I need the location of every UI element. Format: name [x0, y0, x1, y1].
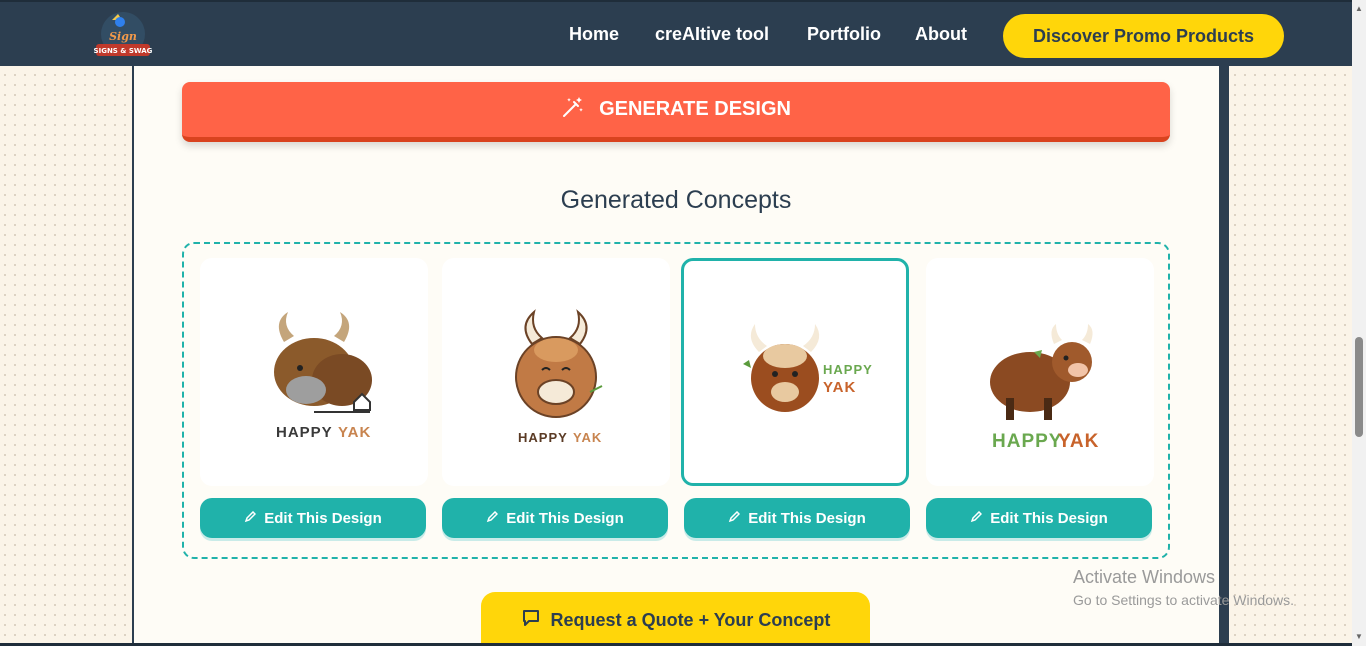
svg-text:SIGNS & SWAG: SIGNS & SWAG: [94, 47, 153, 55]
concept-3-line2: YAK: [823, 379, 856, 396]
request-quote-button[interactable]: Request a Quote + Your Concept: [481, 592, 870, 646]
nav-creative-tool[interactable]: creAItive tool: [655, 24, 769, 45]
concept-4-line2: YAK: [1058, 431, 1099, 452]
concept-3-line1: HAPPY: [823, 362, 873, 377]
yak-logo-image: HAPPY YAK: [274, 312, 372, 441]
concept-1-line1: HAPPY: [276, 424, 333, 441]
edit-design-label: Edit This Design: [264, 509, 382, 527]
magic-wand-icon: [561, 95, 585, 125]
concept-card-2[interactable]: HAPPY YAK: [442, 258, 670, 486]
concept-4-line1: HAPPY: [992, 431, 1062, 452]
concept-2-line2: YAK: [573, 430, 602, 445]
pencil-icon: [970, 510, 983, 527]
edit-design-label: Edit This Design: [506, 509, 624, 527]
edit-design-button-1[interactable]: Edit This Design: [200, 498, 426, 538]
edit-design-label: Edit This Design: [990, 509, 1108, 527]
yak-logo-image: HAPPY YAK: [515, 309, 603, 445]
pencil-icon: [244, 510, 257, 527]
generate-design-label: GENERATE DESIGN: [599, 98, 791, 120]
concept-card-3[interactable]: HAPPY YAK: [681, 258, 909, 486]
activate-windows-title: Activate Windows: [1073, 567, 1216, 587]
scrollbar-thumb[interactable]: [1355, 337, 1363, 437]
nav-home[interactable]: Home: [569, 24, 619, 45]
site-header: Sign SIGNS & SWAG Home creAItive tool Po…: [0, 0, 1352, 66]
pencil-icon: [486, 510, 499, 527]
concept-card-4[interactable]: HAPPY YAK: [926, 258, 1154, 486]
page-scrollbar[interactable]: [1352, 0, 1366, 646]
nav-portfolio[interactable]: Portfolio: [807, 24, 881, 45]
activate-windows-subtitle: Go to Settings to activate Windows.: [1073, 592, 1294, 608]
edit-design-button-4[interactable]: Edit This Design: [926, 498, 1152, 538]
discover-promo-button[interactable]: Discover Promo Products: [1003, 14, 1284, 58]
pencil-icon: [728, 510, 741, 527]
scroll-down-icon[interactable]: ▼: [1352, 630, 1366, 642]
svg-text:Sign: Sign: [109, 30, 137, 43]
concept-card-1[interactable]: HAPPY YAK: [200, 258, 428, 486]
chat-bubble-icon: [521, 608, 541, 633]
concept-2-line1: HAPPY: [518, 430, 568, 445]
panel-edge: [1219, 66, 1229, 646]
edit-design-label: Edit This Design: [748, 509, 866, 527]
edit-design-button-2[interactable]: Edit This Design: [442, 498, 668, 538]
nav-about[interactable]: About: [915, 24, 967, 45]
yak-logo-image: HAPPY YAK: [990, 324, 1099, 452]
yak-logo-image: HAPPY YAK: [743, 324, 873, 412]
site-logo[interactable]: Sign SIGNS & SWAG: [90, 8, 156, 62]
concept-1-line2: YAK: [338, 424, 371, 441]
edit-design-button-3[interactable]: Edit This Design: [684, 498, 910, 538]
generated-concepts-title: Generated Concepts: [560, 186, 792, 214]
scroll-up-icon[interactable]: ▲: [1352, 2, 1366, 14]
generate-design-button[interactable]: GENERATE DESIGN: [182, 82, 1170, 142]
request-quote-label: Request a Quote + Your Concept: [550, 609, 831, 630]
